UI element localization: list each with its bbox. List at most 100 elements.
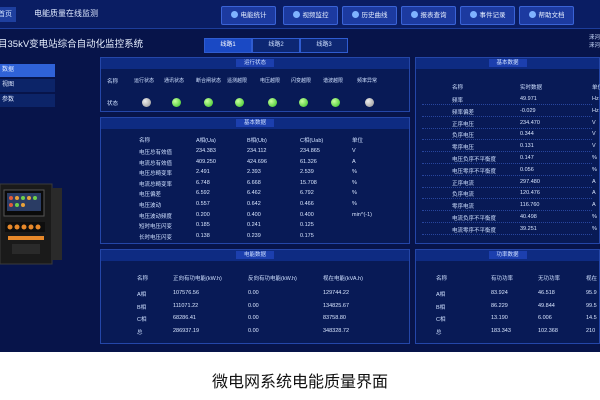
power-data-cell: 99.5 (586, 302, 597, 309)
realtime-data-cell: V (592, 131, 596, 138)
status-lamp-indicator (172, 98, 181, 107)
basic-data-cell: 短时电压闪变 (139, 224, 173, 231)
realtime-data-cell: Hz (592, 107, 599, 114)
energy-data-cell: 0.00 (248, 290, 259, 296)
power-data-cell: 183.343 (491, 328, 511, 335)
realtime-data-cell: 297.480 (520, 178, 540, 185)
basic-data-cell: 0.185 (196, 222, 210, 229)
basic-data-cell: 0.239 (247, 232, 261, 239)
power-data-header: 有功功率 (491, 276, 514, 282)
row-divider (422, 163, 592, 164)
nav-events-button[interactable]: 事件记录 (460, 6, 515, 25)
panel-title: 基本数据 (488, 59, 527, 67)
power-data-header: 无功功率 (538, 276, 561, 282)
realtime-data-cell: 电压负序不平衡度 (452, 157, 497, 163)
basic-data-cell: 电压偏差 (139, 192, 162, 199)
top-bar: 首页 电能质量在线监测 电能统计 视频监控 历史曲线 报表查询 事件记录 帮助文… (0, 0, 600, 29)
realtime-data-cell: 120.476 (520, 190, 540, 197)
status-column-header: 谐波越限 (323, 78, 344, 84)
power-data-cell: 95.9 (586, 290, 597, 296)
sidebar-item-data[interactable]: 数据 (0, 64, 55, 77)
row-divider (422, 139, 592, 141)
nav-report-button[interactable]: 报表查询 (401, 6, 456, 25)
basic-data-header: C相(Uab) (300, 138, 324, 144)
home-button[interactable]: 首页 (0, 7, 16, 22)
basic-data-cell: 电流总有效值 (139, 160, 173, 167)
realtime-data-cell: % (592, 155, 597, 161)
power-data-cell: 总 (436, 330, 442, 337)
basic-data-cell: 234.383 (196, 148, 216, 154)
status-row-label: 状态 (107, 101, 119, 107)
status-lamp-indicator (204, 98, 213, 107)
basic-data-cell: 电压波动 (139, 203, 162, 209)
status-column-header: 断合闸状态 (196, 78, 222, 84)
realtime-data-header: 实时数据 (520, 85, 543, 91)
realtime-data-cell: 正序电压 (452, 121, 475, 128)
power-data-header: 视在 (586, 276, 598, 282)
basic-data-cell: 6.668 (247, 179, 261, 186)
energy-data-cell: B相 (137, 304, 147, 311)
power-data-cell: 6.006 (538, 315, 552, 322)
realtime-data-cell: % (592, 166, 597, 173)
tab-line-1[interactable]: 线路1 (204, 38, 252, 53)
realtime-data-cell: % (592, 225, 597, 232)
basic-data-cell: 0.466 (300, 201, 314, 207)
power-data-cell: 83.924 (491, 290, 508, 296)
power-data-cell: 210 (586, 328, 596, 335)
realtime-data-cell: 正序电流 (452, 180, 475, 187)
power-data-panel: 功率数据 名称 有功功率 无功功率 视在 A相 83.924 46.518 95.9 B相 86.… (415, 249, 600, 344)
row-divider (422, 104, 592, 105)
basic-data-cell: min^(-1) (352, 211, 372, 218)
figure-caption: 微电网系统电能质量界面 (211, 374, 388, 391)
sidebar-item-params[interactable]: 参数 (0, 94, 55, 107)
energy-data-cell: 134825.67 (323, 302, 349, 309)
basic-data-header: A相(Ua) (196, 138, 216, 144)
nav-history-button[interactable]: 历史曲线 (342, 6, 397, 25)
realtime-data-cell: 频率 (452, 98, 464, 104)
status-lamp-indicator (365, 98, 374, 107)
status-column-header: 遥测越限 (227, 78, 248, 84)
energy-data-cell: 107576.56 (173, 290, 199, 296)
user-info: 涞河 涞河 (589, 34, 600, 50)
status-column-header: 通讯状态 (164, 78, 185, 84)
panel-title: 运行状态 (235, 59, 275, 67)
basic-data-panel: 基本数据 名称 A相(Ua) B相(Ub) C相(Uab) 单位 电压总有效值 234.38… (100, 117, 410, 244)
nav-help-button[interactable]: 帮助文档 (519, 6, 574, 25)
energy-data-cell: 总 (137, 330, 143, 337)
sidebar-item-view[interactable]: 视图 (0, 79, 55, 92)
realtime-data-cell: 零序电流 (452, 204, 475, 211)
basic-data-cell: V (352, 148, 356, 154)
basic-data-cell: A (352, 158, 356, 165)
basic-data-cell: % (352, 190, 357, 197)
status-name-header: 名称 (107, 79, 119, 85)
basic-data-cell: % (352, 201, 357, 207)
basic-data-cell: 0.400 (247, 211, 261, 218)
nav-label: 报表查询 (420, 12, 447, 19)
curve-icon (351, 11, 359, 18)
realtime-data-cell: 电流负序不平衡度 (452, 216, 497, 222)
status-lamp-indicator (331, 98, 340, 107)
panel-header: 功率数据 (416, 250, 599, 261)
status-column-header: 闪变越限 (291, 78, 312, 84)
nav-video-button[interactable]: 视频监控 (283, 6, 338, 25)
basic-data-cell: 6.792 (300, 190, 314, 197)
tab-line-2[interactable]: 线路2 (252, 38, 300, 53)
row-divider (422, 233, 592, 235)
nav-label: 帮助文档 (538, 12, 565, 19)
status-column-header: 运行状态 (134, 78, 155, 84)
realtime-data-cell: 0.056 (520, 166, 534, 173)
basic-data-cell: 424.696 (247, 158, 267, 165)
basic-data-cell: 电流总畸变率 (139, 181, 173, 188)
realtime-data-cell: Hz (592, 96, 599, 102)
row-divider (422, 210, 592, 212)
status-lamp-indicator (299, 98, 308, 107)
power-data-cell: B相 (436, 304, 446, 311)
realtime-data-cell: 电流零序不平衡度 (452, 227, 497, 234)
basic-data-cell: % (352, 179, 357, 186)
row-divider (422, 198, 592, 200)
power-data-cell: 13.190 (491, 315, 508, 322)
nav-energy-stats-button[interactable]: 电能统计 (221, 6, 276, 25)
tab-line-3[interactable]: 线路3 (300, 38, 348, 53)
energy-data-header: 反向有功电能(kW.h) (248, 276, 297, 282)
basic-data-header: B相(Ub) (247, 138, 267, 144)
